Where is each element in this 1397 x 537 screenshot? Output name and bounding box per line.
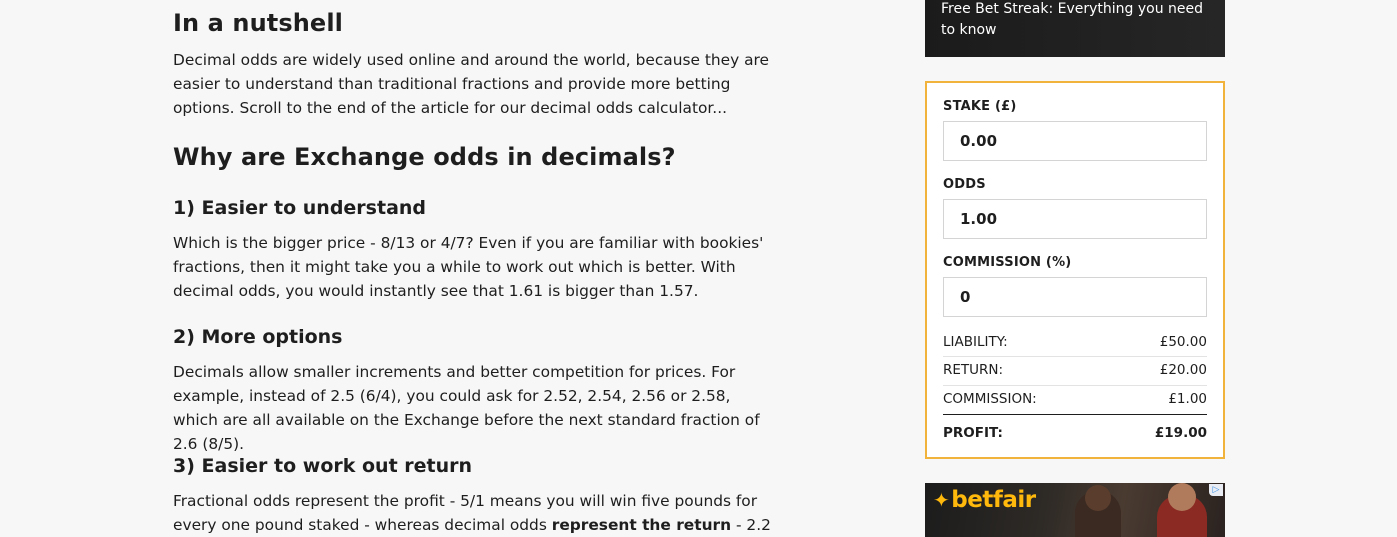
promo-title[interactable]: Free Bet Streak: Everything you need to … [941,0,1217,41]
stake-input[interactable] [943,121,1207,161]
return-label: RETURN: [943,362,1004,378]
decimal-odds-calculator: STAKE (£) ODDS COMMISSION (%) LIABILITY:… [925,81,1225,459]
promo-card-free-bet-streak[interactable]: Free Bet Streak: Everything you need to … [925,0,1225,57]
page: In a nutshell Decimal odds are widely us… [0,0,1397,537]
section-1-title: 1) Easier to understand [173,197,427,219]
betfair-arrow-icon: ✦ [933,488,950,512]
commission-label: COMMISSION (%) [943,255,1072,270]
return-row: RETURN: £20.00 [943,356,1207,384]
section-2-title: 2) More options [173,326,343,348]
section-3-title: 3) Easier to work out return [173,455,473,477]
adchoices-icon[interactable]: ▷ [1209,484,1223,496]
heading-in-a-nutshell: In a nutshell [173,9,343,37]
total-divider [943,414,1207,415]
section-3-body-bold: represent the return [551,516,732,534]
commission-row: COMMISSION: £1.00 [943,385,1207,413]
liability-label: LIABILITY: [943,334,1008,350]
profit-value: £19.00 [1154,425,1207,441]
betfair-ad-banner[interactable]: ✦betfair ▷ [925,483,1225,537]
odds-label: ODDS [943,177,986,192]
odds-input[interactable] [943,199,1207,239]
stake-label: STAKE (£) [943,99,1017,114]
ad-player-head [1168,483,1196,511]
profit-row: PROFIT: £19.00 [943,419,1207,447]
liability-value: £50.00 [1159,334,1207,350]
section-3-body-end: - 2.2 [731,516,771,534]
section-3-body: Fractional odds represent the profit - 5… [173,489,773,537]
betfair-logo-text: betfair [951,487,1036,513]
section-2-body: Decimals allow smaller increments and be… [173,363,760,453]
liability-row: LIABILITY: £50.00 [943,328,1207,356]
ad-player-head [1085,485,1111,511]
commission-row-value: £1.00 [1168,391,1207,407]
return-value: £20.00 [1159,362,1207,378]
heading-why-decimals: Why are Exchange odds in decimals? [173,143,676,171]
profit-label: PROFIT: [943,425,1003,441]
betfair-logo: ✦betfair [933,487,1036,513]
section-1-body: Which is the bigger price - 8/13 or 4/7?… [173,234,764,300]
commission-row-label: COMMISSION: [943,391,1037,407]
commission-input[interactable] [943,277,1207,317]
intro-paragraph: Decimal odds are widely used online and … [173,51,769,117]
